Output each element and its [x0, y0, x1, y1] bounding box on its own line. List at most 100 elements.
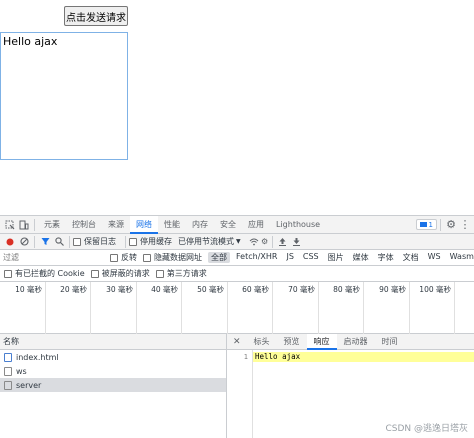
timeline-gridline — [227, 282, 228, 334]
request-list: 名称 index.html ws server — [0, 334, 227, 438]
resource-type-filter[interactable]: CSS — [300, 252, 322, 263]
checkbox-box[interactable] — [143, 253, 151, 262]
checkbox-box[interactable] — [129, 237, 137, 246]
checkbox-box[interactable] — [155, 269, 164, 278]
detail-tab[interactable]: 启动器 — [337, 334, 375, 350]
timeline-gridline — [454, 282, 455, 334]
checkbox-box[interactable] — [90, 269, 99, 278]
timeline-gridline — [136, 282, 137, 334]
send-request-button[interactable]: 点击发送请求 — [64, 6, 128, 26]
devtools-tab[interactable]: 控制台 — [66, 216, 102, 234]
resource-type-filter[interactable]: JS — [283, 252, 296, 263]
record-icon[interactable] — [3, 235, 17, 249]
chevron-down-icon: ▼ — [236, 238, 241, 245]
search-icon[interactable] — [52, 235, 66, 249]
request-row[interactable]: server — [0, 378, 226, 392]
resource-type-filter[interactable]: 媒体 — [350, 252, 372, 263]
detail-tab[interactable]: 预览 — [277, 334, 307, 350]
timeline-tick-label: 30 毫秒 — [106, 285, 133, 294]
resource-type-filter[interactable]: 文档 — [400, 252, 422, 263]
timeline-gridline — [181, 282, 182, 334]
blocked-requests-checkbox[interactable]: 被屏蔽的请求 — [90, 268, 150, 279]
hide-data-urls-checkbox[interactable]: 隐藏数据网址 — [143, 252, 202, 263]
result-text: Hello ajax — [3, 35, 58, 48]
resource-type-filter[interactable]: 字体 — [375, 252, 397, 263]
devtools-tab[interactable]: 元素 — [38, 216, 66, 234]
filter-options: 有已拦截的 Cookie 被屏蔽的请求 第三方请求 — [0, 266, 474, 282]
devtools-tab[interactable]: 性能 — [158, 216, 186, 234]
devtools-tab[interactable]: 来源 — [102, 216, 130, 234]
throttle-select[interactable]: 已停用节流模式 ▼ — [178, 236, 241, 247]
disable-cache-checkbox[interactable]: 停用缓存 — [129, 236, 172, 247]
divider — [440, 218, 441, 231]
response-line: Hello ajax — [253, 352, 474, 362]
filter-input[interactable] — [3, 251, 104, 264]
gear-icon[interactable]: ⚙ — [444, 218, 458, 232]
filter-icon[interactable] — [38, 235, 52, 249]
divider — [271, 235, 273, 248]
devtools-tab[interactable]: 网络 — [130, 215, 158, 234]
checkbox-box[interactable] — [110, 253, 118, 262]
timeline-gridline — [45, 282, 46, 334]
gear-icon[interactable]: ⚙ — [261, 235, 269, 249]
resource-type-filter[interactable]: 图片 — [325, 252, 347, 263]
devtools-tab[interactable]: 内存 — [186, 216, 214, 234]
preserve-log-checkbox[interactable]: 保留日志 — [73, 236, 116, 247]
wifi-icon[interactable] — [247, 235, 261, 249]
line-number: 1 — [243, 353, 248, 361]
devtools-tab[interactable]: Lighthouse — [270, 216, 326, 234]
name-column-header[interactable]: 名称 — [0, 334, 226, 350]
file-icon — [4, 366, 12, 376]
timeline-tick-label: 80 毫秒 — [333, 285, 360, 294]
timeline-tick-label: 40 毫秒 — [151, 285, 178, 294]
document-icon — [4, 352, 12, 362]
inspect-element-icon[interactable] — [3, 218, 17, 232]
network-timeline[interactable]: 10 毫秒 20 毫秒 30 毫秒 40 毫秒 50 毫秒 60 毫秒 70 毫秒 80 毫秒… — [0, 282, 474, 334]
checkbox-box[interactable] — [4, 269, 12, 278]
resource-type-filter[interactable]: 全部 — [208, 252, 230, 263]
detail-tab[interactable]: 时间 — [375, 334, 405, 350]
timeline-tick-label: 10 毫秒 — [15, 285, 42, 294]
request-name: ws — [16, 366, 27, 376]
resource-type-filters: 全部Fetch/XHRJSCSS图片媒体字体文档WSWasm清单 — [208, 252, 474, 263]
divider — [34, 218, 35, 231]
blocked-cookies-label: 有已拦截的 Cookie — [15, 269, 85, 278]
issues-icon — [419, 221, 427, 227]
blocked-requests-label: 被屏蔽的请求 — [101, 269, 150, 278]
timeline-gridline — [318, 282, 319, 334]
request-row[interactable]: index.html — [0, 350, 226, 364]
detail-tab[interactable]: 响应 — [306, 333, 337, 350]
resource-type-filter[interactable]: Wasm — [447, 252, 474, 263]
detail-tabbar: ✕ 标头 预览 响应 启动器 时间 — [227, 333, 474, 350]
devtools-tab[interactable]: 安全 — [214, 216, 242, 234]
close-icon[interactable]: ✕ — [227, 337, 247, 347]
detail-tab[interactable]: 标头 — [247, 334, 277, 350]
timeline-tick-label: 70 毫秒 — [288, 285, 315, 294]
invert-checkbox[interactable]: 反转 — [110, 252, 137, 263]
issues-count: 1 — [428, 220, 433, 229]
divider — [69, 235, 70, 248]
request-rows: index.html ws server — [0, 350, 226, 392]
timeline-gridline — [272, 282, 273, 334]
request-name: index.html — [16, 352, 59, 362]
disable-cache-label: 停用缓存 — [140, 237, 172, 246]
device-toolbar-icon[interactable] — [17, 218, 31, 232]
timeline-tick-label: 100 毫秒 — [419, 285, 451, 294]
third-party-checkbox[interactable]: 第三方请求 — [155, 268, 207, 279]
upload-icon[interactable] — [276, 235, 290, 249]
preserve-log-label: 保留日志 — [84, 237, 116, 246]
resource-type-filter[interactable]: Fetch/XHR — [233, 252, 280, 263]
third-party-label: 第三方请求 — [166, 269, 207, 278]
devtools-tab[interactable]: 应用 — [242, 216, 270, 234]
more-vertical-icon[interactable]: ⋮ — [458, 218, 472, 232]
page: 点击发送请求 Hello ajax 元素 控制台 来源 网络 性能 内存 安全 应用 Light… — [0, 0, 474, 438]
blocked-cookies-checkbox[interactable]: 有已拦截的 Cookie — [4, 268, 85, 279]
issues-badge[interactable]: 1 — [415, 219, 437, 230]
clear-icon[interactable] — [17, 235, 31, 249]
detail-tabs: 标头 预览 响应 启动器 时间 — [247, 333, 405, 350]
resource-type-filter[interactable]: WS — [425, 252, 444, 263]
checkbox-box[interactable] — [73, 237, 81, 246]
request-row[interactable]: ws — [0, 364, 226, 378]
download-icon[interactable] — [290, 235, 304, 249]
network-toolbar: 保留日志 停用缓存 已停用节流模式 ▼ ⚙ — [0, 234, 474, 250]
